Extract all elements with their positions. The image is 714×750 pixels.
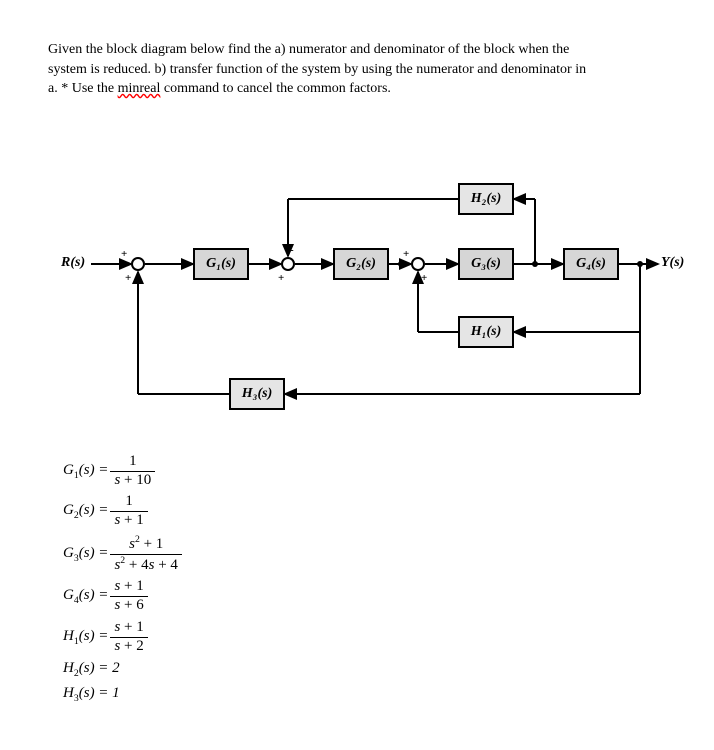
- summing-junction-2: [281, 257, 295, 271]
- eq-g1: G1(s) = 1s + 10: [63, 454, 666, 489]
- block-h1: H₁(s): [458, 316, 514, 348]
- minreal-command: minreal: [118, 81, 161, 96]
- sign-plus: +: [121, 248, 127, 260]
- prompt-line3a: a. * Use the: [48, 81, 118, 96]
- summing-junction-1: [131, 257, 145, 271]
- sign-plus: +: [125, 272, 131, 284]
- prompt-line2: system is reduced. b) transfer function …: [48, 62, 586, 77]
- block-h1-label: H₁(s): [471, 324, 502, 340]
- sign-minus: -: [290, 244, 294, 256]
- sign-plus: +: [421, 272, 427, 284]
- block-g1: G₁(s): [193, 248, 249, 280]
- sign-plus: +: [278, 272, 284, 284]
- summing-junction-3: [411, 257, 425, 271]
- block-g4-label: G₄(s): [576, 256, 606, 272]
- problem-text: Given the block diagram below find the a…: [48, 40, 666, 99]
- label-r: R(s): [61, 255, 85, 271]
- block-h3: H₃(s): [229, 378, 285, 410]
- eq-g1-num: 1: [125, 454, 141, 471]
- block-g2: G₂(s): [333, 248, 389, 280]
- eq-h3: H3(s) = 1: [63, 685, 666, 704]
- block-diagram: R(s) Y(s) + + - + + + G₁(s) G₂(s) G₃(s) …: [63, 144, 663, 424]
- block-g1-label: G₁(s): [206, 256, 236, 272]
- block-g3-label: G₃(s): [471, 256, 501, 272]
- equations: G1(s) = 1s + 10 G2(s) = 1s + 1 G3(s) = s…: [63, 454, 666, 705]
- block-h2-label: H₂(s): [471, 191, 502, 207]
- prompt-line1: Given the block diagram below find the a…: [48, 42, 569, 57]
- eq-g4: G4(s) = s + 1s + 6: [63, 579, 666, 614]
- block-h3-label: H₃(s): [242, 386, 273, 402]
- block-g3: G₃(s): [458, 248, 514, 280]
- eq-g2-num: 1: [121, 494, 137, 511]
- sign-plus: +: [403, 248, 409, 260]
- eq-h1: H1(s) = s + 1s + 2: [63, 620, 666, 655]
- label-y: Y(s): [661, 255, 684, 271]
- block-g2-label: G₂(s): [346, 256, 376, 272]
- diagram-wires: [63, 144, 663, 424]
- block-g4: G₄(s): [563, 248, 619, 280]
- eq-h2: H2(s) = 2: [63, 660, 666, 679]
- eq-g2: G2(s) = 1s + 1: [63, 494, 666, 529]
- eq-g3: G3(s) = s2 + 1s2 + 4s + 4: [63, 535, 666, 574]
- block-h2: H₂(s): [458, 183, 514, 215]
- prompt-line3b: command to cancel the common factors.: [160, 81, 391, 96]
